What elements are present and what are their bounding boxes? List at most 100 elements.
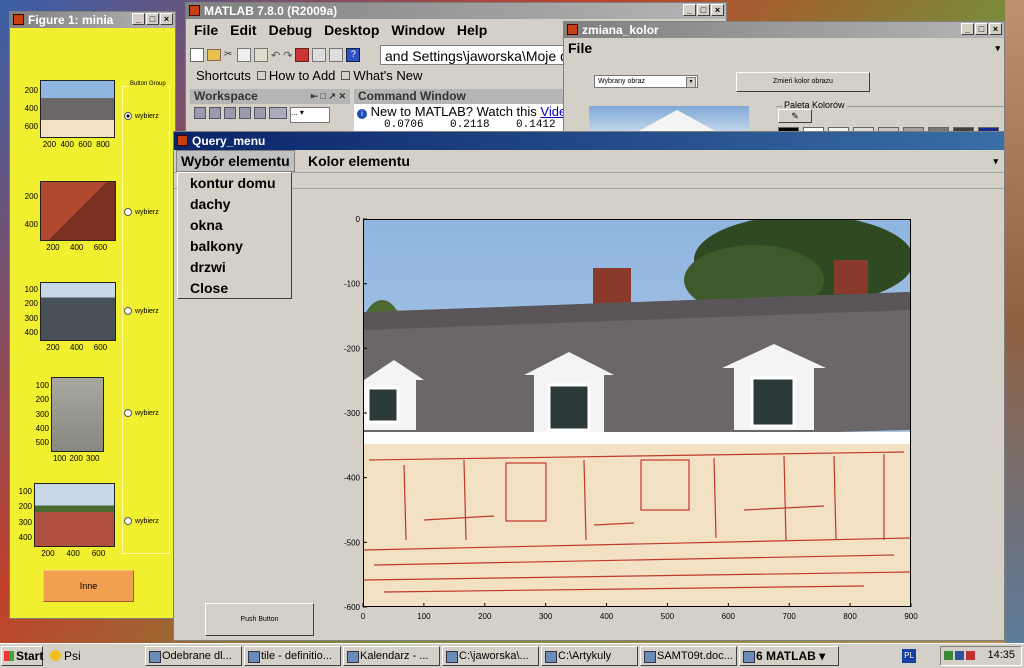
- dropdown-item-balkony[interactable]: balkony: [178, 236, 291, 257]
- minimize-icon[interactable]: _: [132, 13, 145, 25]
- whats-new-link[interactable]: What's New: [341, 68, 422, 83]
- y-tick-label: 200: [24, 192, 38, 202]
- menu-file[interactable]: File: [188, 19, 224, 41]
- taskbar-item[interactable]: SAMT09t.doc...: [640, 646, 737, 666]
- quick-launch-psi[interactable]: Psi: [48, 646, 138, 666]
- new-file-icon[interactable]: [190, 48, 204, 62]
- tray-volume-icon[interactable]: [955, 651, 964, 660]
- taskbar-item[interactable]: Kalendarz - ...: [343, 646, 440, 666]
- x-tick-label: 100: [52, 454, 67, 463]
- plot-dropdown[interactable]: ... ▾: [290, 107, 330, 123]
- query-menu-title: Query_menu: [192, 134, 266, 148]
- menu-kolor-elementu[interactable]: Kolor elementu: [306, 150, 412, 172]
- push-button[interactable]: Push Button: [205, 603, 314, 636]
- x-tick-label: 900: [904, 612, 918, 621]
- paste-icon[interactable]: [254, 48, 268, 62]
- dropdown-item-close[interactable]: Close: [178, 278, 291, 299]
- plot-select-icon[interactable]: [269, 107, 287, 119]
- eyedropper-button[interactable]: ✎: [778, 109, 812, 123]
- zmiana-kolor-titlebar[interactable]: zmiana_kolor _ □ ×: [564, 22, 1004, 38]
- command-output: 0.0706 0.2118 0.1412: [384, 119, 556, 131]
- menu-window[interactable]: Window: [385, 19, 451, 41]
- dropdown-item-drzwi[interactable]: drzwi: [178, 257, 291, 278]
- menu-debug[interactable]: Debug: [263, 19, 319, 41]
- radio-wybierz[interactable]: wybierz: [124, 112, 159, 120]
- tray-network-icon[interactable]: [944, 651, 953, 660]
- push-button-label: Push Button: [240, 616, 279, 623]
- menu-edit[interactable]: Edit: [224, 19, 262, 41]
- menu-help[interactable]: Help: [451, 19, 493, 41]
- menu-file[interactable]: File: [568, 40, 592, 56]
- x-tick-label: 400: [70, 243, 84, 252]
- shortcuts-bar: Shortcuts How to Add What's New: [196, 68, 422, 83]
- info-icon: i: [357, 109, 367, 119]
- simulink-icon[interactable]: [295, 48, 310, 62]
- close-icon[interactable]: ×: [160, 13, 173, 25]
- minimize-icon[interactable]: _: [961, 23, 974, 35]
- delete-variable-icon[interactable]: [254, 107, 266, 119]
- radio-circle-icon: [124, 112, 132, 120]
- x-tick-label: 700: [783, 612, 797, 621]
- figure1-titlebar[interactable]: Figure 1: minia _ □ ×: [10, 12, 175, 28]
- shortcuts-link[interactable]: Shortcuts: [196, 68, 251, 83]
- start-button[interactable]: Start: [1, 646, 43, 666]
- dropdown-item-kontur-domu[interactable]: kontur domu: [178, 173, 291, 194]
- import-data-icon[interactable]: [224, 107, 236, 119]
- help-icon[interactable]: ?: [346, 48, 361, 62]
- thumbnail-image: [40, 181, 116, 241]
- minimize-icon[interactable]: _: [683, 4, 696, 16]
- radio-wybierz[interactable]: wybierz: [124, 208, 159, 216]
- x-tick-label: 600: [722, 612, 736, 621]
- x-tick-label: 200: [42, 140, 57, 149]
- close-icon[interactable]: ×: [711, 4, 724, 16]
- maximize-icon[interactable]: □: [146, 13, 159, 25]
- guide-icon[interactable]: [312, 48, 327, 62]
- dropdown-item-dachy[interactable]: dachy: [178, 194, 291, 215]
- query-menu-titlebar[interactable]: Query_menu: [174, 132, 1004, 150]
- workspace-title: Workspace: [194, 89, 258, 103]
- menu-desktop[interactable]: Desktop: [318, 19, 385, 41]
- language-indicator[interactable]: PL: [902, 649, 916, 663]
- radio-wybierz[interactable]: wybierz: [124, 409, 159, 417]
- panel-controls-icon[interactable]: ⇤ □ ↗ ✕: [310, 89, 346, 104]
- y-tick-label: 100: [24, 285, 38, 295]
- inne-button[interactable]: Inne: [43, 570, 134, 602]
- x-tick-label: 600: [93, 343, 108, 352]
- taskbar-item[interactable]: 6 MATLAB ▾: [739, 646, 839, 666]
- toolbar-dock-icon[interactable]: ▾: [995, 38, 1000, 58]
- x-tick-label: 400: [70, 343, 84, 352]
- profiler-icon[interactable]: [329, 48, 344, 62]
- windows-logo-icon: [4, 651, 14, 661]
- how-to-add-link[interactable]: How to Add: [256, 68, 335, 83]
- clock[interactable]: 14:35: [987, 649, 1015, 661]
- tray-security-icon[interactable]: [966, 651, 975, 660]
- matlab-titlebar[interactable]: MATLAB 7.8.0 (R2009a) _ □ ×: [186, 3, 726, 19]
- query-separator: [174, 188, 1004, 189]
- y-tick-label: -100: [344, 280, 361, 289]
- radio-wybierz[interactable]: wybierz: [124, 517, 159, 525]
- change-color-button[interactable]: Zmień kolor obrazu: [736, 72, 870, 92]
- toolbar-dock-icon[interactable]: ▾: [993, 150, 998, 172]
- close-icon[interactable]: ×: [989, 23, 1002, 35]
- menu-wybor-elementu[interactable]: Wybór elementu: [176, 150, 295, 172]
- image-select[interactable]: Wybrany obraz ▾: [594, 75, 698, 88]
- maximize-icon[interactable]: □: [697, 4, 710, 16]
- radio-wybierz[interactable]: wybierz: [124, 307, 159, 315]
- maximize-icon[interactable]: □: [975, 23, 988, 35]
- new-variable-icon[interactable]: [194, 107, 206, 119]
- taskbar-item[interactable]: C:\jaworska\...: [442, 646, 539, 666]
- taskbar-item[interactable]: Odebrane dl...: [145, 646, 242, 666]
- open-folder-icon[interactable]: [207, 49, 221, 61]
- taskbar-item[interactable]: tile - definitio...: [244, 646, 341, 666]
- taskbar-item[interactable]: C:\Artykuly: [541, 646, 638, 666]
- save-workspace-icon[interactable]: [239, 107, 251, 119]
- redo-icon[interactable]: ↷: [283, 49, 292, 62]
- dropdown-item-okna[interactable]: okna: [178, 215, 291, 236]
- figure1-title: Figure 1: minia: [28, 13, 114, 27]
- open-variable-icon[interactable]: [209, 107, 221, 119]
- copy-icon[interactable]: [237, 48, 251, 62]
- cut-icon[interactable]: ✂: [224, 49, 234, 61]
- start-label: Start: [16, 649, 44, 663]
- radio-label: wybierz: [135, 112, 159, 120]
- undo-icon[interactable]: ↶: [271, 49, 280, 62]
